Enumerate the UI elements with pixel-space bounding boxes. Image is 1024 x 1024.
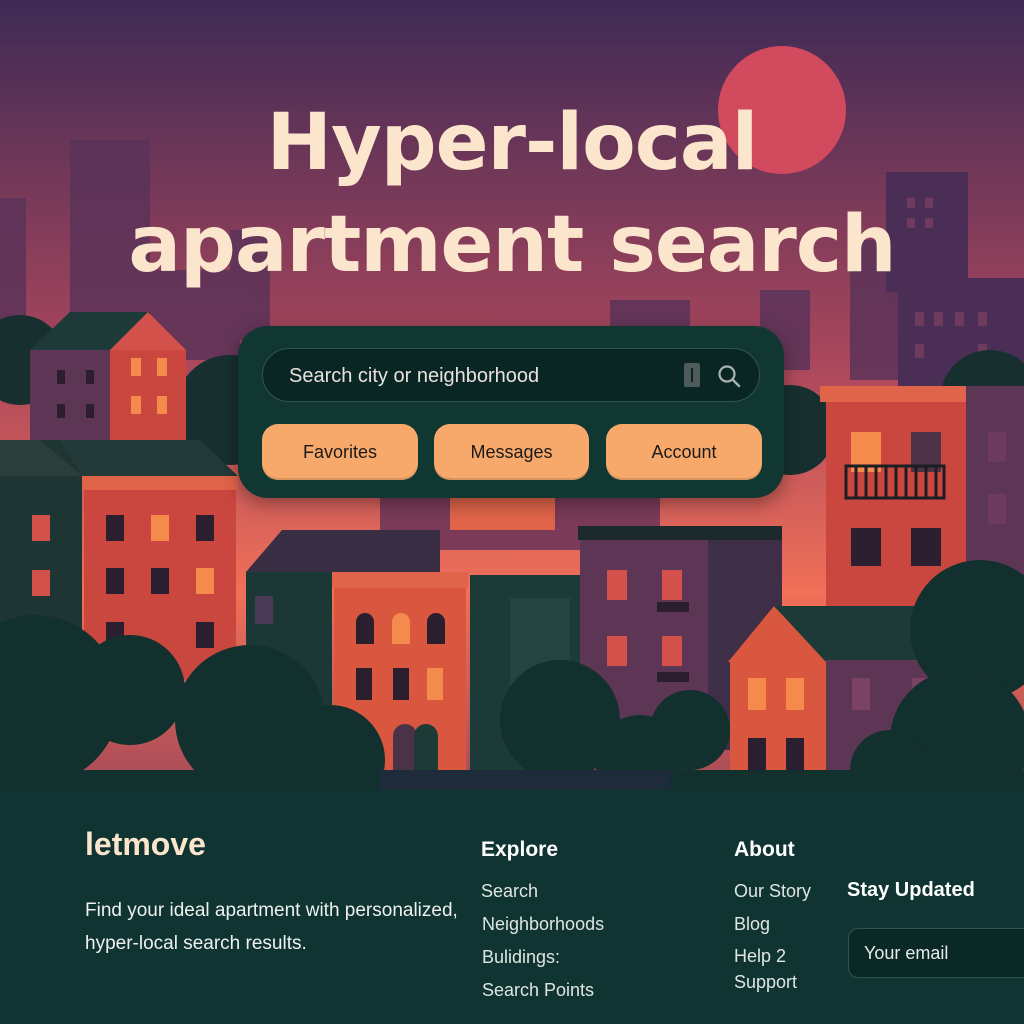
footer-link-search[interactable]: Search: [481, 878, 538, 904]
search-icon[interactable]: [715, 362, 743, 390]
favorites-button[interactable]: Favorites: [262, 424, 418, 480]
footer-link-neighborhoods[interactable]: Neighborhoods: [482, 911, 604, 937]
footer-link-buildings[interactable]: Bulidings:: [482, 944, 560, 970]
hero-title-line-2: apartment search: [128, 200, 896, 290]
search-box: [262, 348, 760, 403]
brand-logo[interactable]: letmove: [85, 826, 206, 863]
account-button[interactable]: Account: [606, 424, 762, 480]
footer-link-support[interactable]: Support: [734, 969, 797, 995]
hero-title: Hyper-local apartment search: [0, 92, 1024, 296]
newsletter-heading: Stay Updated: [847, 879, 975, 901]
email-field[interactable]: [848, 928, 1024, 978]
search-input[interactable]: [287, 349, 671, 403]
footer: letmove Find your ideal apartment with p…: [0, 790, 1024, 1024]
search-panel: Favorites Messages Account: [238, 326, 784, 498]
hero-title-line-1: Hyper-local: [266, 98, 759, 188]
about-heading: About: [734, 838, 795, 861]
text-cursor-icon: [684, 363, 700, 387]
footer-link-our-story[interactable]: Our Story: [734, 878, 811, 904]
footer-link-help[interactable]: Help 2: [734, 943, 786, 969]
footer-link-search-points[interactable]: Search Points: [482, 977, 594, 1003]
explore-heading: Explore: [481, 838, 559, 861]
messages-button[interactable]: Messages: [434, 424, 589, 480]
footer-tagline: Find your ideal apartment with personali…: [85, 900, 458, 954]
footer-link-blog[interactable]: Blog: [734, 911, 770, 937]
